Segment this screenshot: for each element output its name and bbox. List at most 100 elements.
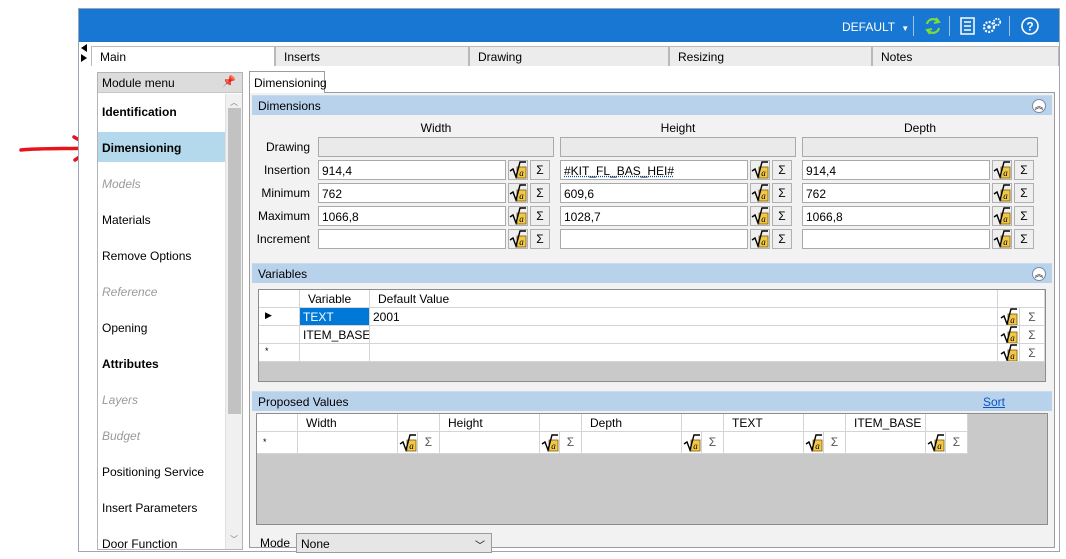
- module-menu-item[interactable]: Door Function: [98, 528, 225, 549]
- sum-button[interactable]: Σ: [1014, 160, 1034, 180]
- formula-button[interactable]: a: [750, 206, 770, 226]
- dimension-field[interactable]: [802, 229, 990, 249]
- module-menu-item[interactable]: Reference: [98, 276, 225, 306]
- collapse-up-icon[interactable]: ︽: [1032, 99, 1046, 113]
- dimension-field[interactable]: 914,4: [802, 160, 990, 180]
- formula-button[interactable]: a: [750, 160, 770, 180]
- formula-icon[interactable]: a: [993, 184, 1011, 202]
- module-menu-item[interactable]: Layers: [98, 384, 225, 414]
- tab-inserts[interactable]: Inserts: [275, 46, 469, 66]
- sum-button[interactable]: Σ: [418, 432, 440, 454]
- module-menu-item[interactable]: Opening: [98, 312, 225, 342]
- formula-button[interactable]: a: [992, 183, 1012, 203]
- sum-button[interactable]: Σ: [772, 229, 792, 249]
- formula-button[interactable]: a: [998, 308, 1020, 326]
- formula-icon[interactable]: a: [1000, 326, 1018, 344]
- dimension-field[interactable]: [560, 229, 748, 249]
- tab-resizing[interactable]: Resizing: [669, 46, 872, 66]
- tab-main[interactable]: Main: [91, 46, 275, 66]
- formula-icon[interactable]: a: [509, 161, 527, 179]
- sum-button[interactable]: Σ: [560, 432, 582, 454]
- sum-button[interactable]: Σ: [702, 432, 724, 454]
- variables-section-header[interactable]: Variables ︽: [252, 263, 1052, 283]
- formula-icon[interactable]: a: [1000, 308, 1018, 326]
- formula-button[interactable]: a: [992, 229, 1012, 249]
- formula-icon[interactable]: a: [993, 207, 1011, 225]
- proposed-value-cell[interactable]: [582, 432, 682, 454]
- formula-button[interactable]: a: [508, 160, 528, 180]
- module-menu-item[interactable]: Identification: [98, 96, 225, 126]
- formula-icon[interactable]: a: [1000, 344, 1018, 362]
- module-menu-item[interactable]: Remove Options: [98, 240, 225, 270]
- sort-link[interactable]: Sort: [983, 395, 1005, 409]
- default-value-cell[interactable]: 2001: [370, 308, 998, 326]
- dimensions-section-header[interactable]: Dimensions ︽: [252, 95, 1052, 115]
- formula-icon[interactable]: a: [927, 434, 945, 452]
- scrollbar-thumb[interactable]: [228, 108, 241, 414]
- dimension-field[interactable]: 762: [802, 183, 990, 203]
- module-menu-item[interactable]: Budget: [98, 420, 225, 450]
- formula-icon[interactable]: a: [509, 184, 527, 202]
- formula-icon[interactable]: a: [751, 184, 769, 202]
- sum-button[interactable]: Σ: [1020, 308, 1045, 326]
- dimension-field[interactable]: 1066,8: [318, 206, 506, 226]
- tab-notes[interactable]: Notes: [872, 46, 1059, 66]
- formula-button[interactable]: a: [750, 229, 770, 249]
- sum-button[interactable]: Σ: [530, 229, 550, 249]
- proposed-value-cell[interactable]: [724, 432, 804, 454]
- module-menu-item[interactable]: Dimensioning: [98, 132, 225, 162]
- formula-button[interactable]: a: [992, 160, 1012, 180]
- sum-button[interactable]: Σ: [530, 160, 550, 180]
- default-value-cell[interactable]: [370, 326, 998, 344]
- module-menu-scrollbar[interactable]: ︿ ﹀: [225, 94, 242, 549]
- module-menu-item[interactable]: Materials: [98, 204, 225, 234]
- sum-button[interactable]: Σ: [1014, 206, 1034, 226]
- tab-dimensioning[interactable]: Dimensioning: [249, 71, 327, 93]
- formula-icon[interactable]: a: [993, 161, 1011, 179]
- formula-button[interactable]: a: [992, 206, 1012, 226]
- formula-button[interactable]: a: [926, 432, 946, 454]
- dimension-field[interactable]: #KIT_FL_BAS_HEI#: [560, 160, 748, 180]
- dimension-field[interactable]: [318, 229, 506, 249]
- dimension-field[interactable]: 914,4: [318, 160, 506, 180]
- sum-button[interactable]: Σ: [1020, 326, 1045, 344]
- sum-button[interactable]: Σ: [946, 432, 968, 454]
- help-icon[interactable]: ?: [1020, 16, 1040, 36]
- profile-dropdown[interactable]: DEFAULT ▼: [842, 20, 909, 34]
- dimension-field[interactable]: 1028,7: [560, 206, 748, 226]
- formula-icon[interactable]: a: [683, 434, 701, 452]
- formula-icon[interactable]: a: [399, 434, 417, 452]
- sum-button[interactable]: Σ: [1020, 344, 1045, 362]
- proposed-value-cell[interactable]: [440, 432, 540, 454]
- formula-button[interactable]: a: [682, 432, 702, 454]
- formula-icon[interactable]: a: [751, 207, 769, 225]
- module-menu-item[interactable]: Insert Parameters: [98, 492, 225, 522]
- formula-button[interactable]: a: [508, 206, 528, 226]
- formula-button[interactable]: a: [398, 432, 418, 454]
- formula-icon[interactable]: a: [993, 230, 1011, 248]
- proposed-value-cell[interactable]: [298, 432, 398, 454]
- formula-button[interactable]: a: [998, 326, 1020, 344]
- dimension-field[interactable]: 762: [318, 183, 506, 203]
- variable-cell[interactable]: ITEM_BASE: [300, 326, 370, 344]
- scroll-down-icon[interactable]: ﹀: [230, 534, 238, 545]
- sum-button[interactable]: Σ: [824, 432, 846, 454]
- list-icon[interactable]: [959, 16, 977, 36]
- dimension-field[interactable]: 609,6: [560, 183, 748, 203]
- dimension-field[interactable]: 1066,8: [802, 206, 990, 226]
- formula-icon[interactable]: a: [509, 207, 527, 225]
- refresh-icon[interactable]: [923, 16, 943, 36]
- formula-button[interactable]: a: [750, 183, 770, 203]
- sum-button[interactable]: Σ: [772, 183, 792, 203]
- formula-icon[interactable]: a: [751, 161, 769, 179]
- mode-dropdown[interactable]: None ﹀: [296, 533, 492, 553]
- formula-icon[interactable]: a: [509, 230, 527, 248]
- formula-button[interactable]: a: [508, 229, 528, 249]
- tab-drawing[interactable]: Drawing: [469, 46, 669, 66]
- variable-cell[interactable]: TEXT: [300, 308, 370, 326]
- formula-icon[interactable]: a: [541, 434, 559, 452]
- sum-button[interactable]: Σ: [772, 206, 792, 226]
- settings-icon[interactable]: [982, 16, 1002, 36]
- sum-button[interactable]: Σ: [530, 183, 550, 203]
- module-menu-item[interactable]: Positioning Service: [98, 456, 225, 486]
